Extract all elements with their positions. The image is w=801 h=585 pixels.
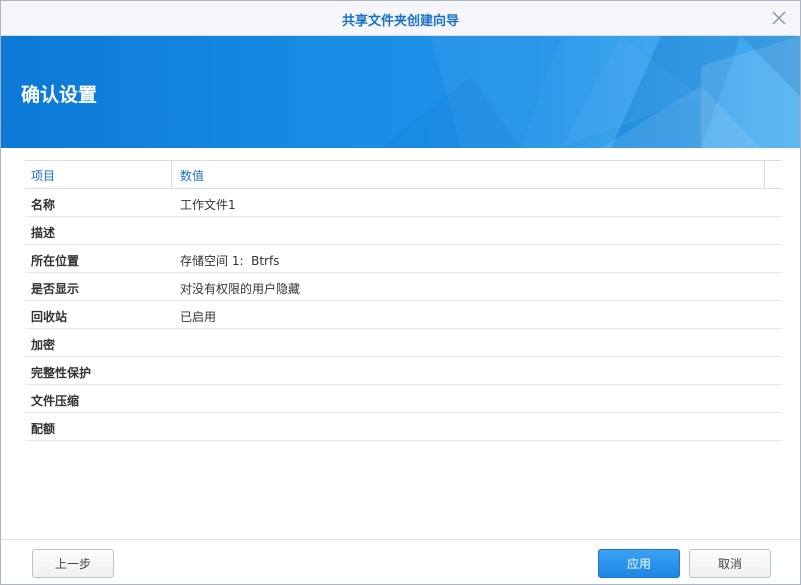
dialog-footer: 上一步 应用 取消 xyxy=(1,539,800,584)
row-key: 名称 xyxy=(31,198,56,212)
title-bar: 共享文件夹创建向导 xyxy=(1,1,800,36)
dialog-title: 共享文件夹创建向导 xyxy=(341,14,459,29)
table-row: 文件压缩 xyxy=(25,385,782,413)
row-key: 回收站 xyxy=(31,310,68,324)
apply-button[interactable]: 应用 xyxy=(598,549,680,578)
close-button[interactable] xyxy=(770,9,788,27)
table-row: 回收站 已启用 xyxy=(25,301,782,329)
row-key: 文件压缩 xyxy=(31,394,80,408)
column-divider xyxy=(171,161,172,188)
table-row: 是否显示 对没有权限的用户隐藏 xyxy=(25,273,782,301)
row-value: 存储空间 1: Btrfs xyxy=(180,254,280,268)
row-key: 完整性保护 xyxy=(31,366,92,380)
cancel-button[interactable]: 取消 xyxy=(689,549,771,578)
table-row: 所在位置 存储空间 1: Btrfs xyxy=(25,245,782,273)
banner-decoration xyxy=(381,36,800,148)
table-row: 名称 工作文件1 xyxy=(25,189,782,217)
table-row: 描述 xyxy=(25,217,782,245)
row-key: 描述 xyxy=(31,226,56,240)
row-key: 是否显示 xyxy=(31,282,80,296)
table-row: 完整性保护 xyxy=(25,357,782,385)
row-key: 配额 xyxy=(31,422,56,436)
column-header-item: 项目 xyxy=(31,169,56,183)
table-row: 加密 xyxy=(25,329,782,357)
previous-button[interactable]: 上一步 xyxy=(32,549,114,578)
row-value: 工作文件1 xyxy=(180,198,236,212)
row-key: 所在位置 xyxy=(31,254,80,268)
wizard-dialog: 共享文件夹创建向导 确认设置 项目 数值 名称 工作文件1 描述 所在位置 存储… xyxy=(0,0,801,585)
row-key: 加密 xyxy=(31,338,56,352)
table-row: 配额 xyxy=(25,413,782,441)
row-value: 已启用 xyxy=(180,310,217,324)
page-heading: 确认设置 xyxy=(21,84,98,106)
column-divider xyxy=(764,161,765,188)
table-header: 项目 数值 xyxy=(25,161,782,189)
column-header-value: 数值 xyxy=(180,169,205,183)
header-banner: 确认设置 xyxy=(1,36,800,148)
settings-table: 项目 数值 名称 工作文件1 描述 所在位置 存储空间 1: Btrfs 是否显… xyxy=(25,160,782,441)
row-value: 对没有权限的用户隐藏 xyxy=(180,282,301,296)
close-icon xyxy=(772,11,786,25)
